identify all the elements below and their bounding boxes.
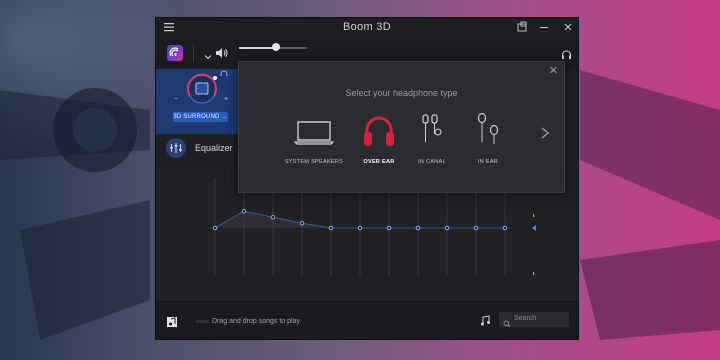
search-placeholder: Search [514,315,537,322]
minimize-icon[interactable] [537,21,551,35]
boom-logo-icon[interactable] [167,45,183,61]
svg-text:+: + [224,96,228,103]
option-label: IN EAR [477,159,499,165]
eq-band-knob[interactable] [473,225,479,231]
devices-icon[interactable] [515,21,529,35]
popup-title: Select your headphone type [345,88,458,98]
eq-band-knob[interactable] [212,225,218,231]
arrow-right-icon: → [221,114,228,120]
popup-close-icon[interactable]: ✕ [549,64,558,77]
in-ear-earphones-icon [477,112,499,144]
chevron-down-icon[interactable] [204,48,212,66]
toolbar-divider [193,45,194,62]
preamp-tick [533,272,535,275]
title-bar: Boom 3D [156,18,578,39]
eq-band-knob[interactable] [241,208,247,214]
surround-dial[interactable]: − + [156,69,239,134]
eq-band-knob[interactable] [299,220,305,226]
eq-band-knob[interactable] [502,225,508,231]
eq-band-knob[interactable] [357,225,363,231]
playlist-icon[interactable] [480,313,492,331]
drag-drop-hint: Drag and drop songs to play [212,318,300,325]
eq-band-knob[interactable] [386,225,392,231]
headphone-type-popup: ✕ Select your headphone type SYSTEM SPEA… [238,61,565,193]
preamp-marker-icon[interactable] [532,225,536,231]
option-label: SYSTEM SPEAKERS [284,159,344,165]
eq-band-knob[interactable] [328,225,334,231]
eq-band-knob[interactable] [270,214,276,220]
laptop-icon [293,121,335,145]
search-input[interactable]: Search [499,312,569,328]
option-system-speakers[interactable]: SYSTEM SPEAKERS [279,110,349,170]
close-icon[interactable] [561,21,575,35]
surround-panel: − + [156,69,239,134]
volume-slider-fill [239,47,277,49]
svg-text:−: − [174,96,178,103]
drag-handle[interactable] [196,320,209,323]
chevron-right-icon[interactable] [540,126,550,143]
3d-surround-button[interactable]: 3D SURROUND → [173,112,228,122]
music-file-icon[interactable] [166,315,178,333]
equalizer-label[interactable]: Equalizer [195,143,233,153]
3d-surround-label: 3D SURROUND [173,114,220,120]
option-in-ear[interactable]: IN EAR [453,110,523,170]
speaker-volume-icon[interactable] [215,46,229,64]
eq-band-knob[interactable] [444,225,450,231]
eq-band-knob[interactable] [415,225,421,231]
equalizer-icon[interactable] [166,138,186,158]
footer-bar: Drag and drop songs to play Search [156,301,578,339]
search-icon [503,315,511,333]
preamp-tick [533,214,535,217]
